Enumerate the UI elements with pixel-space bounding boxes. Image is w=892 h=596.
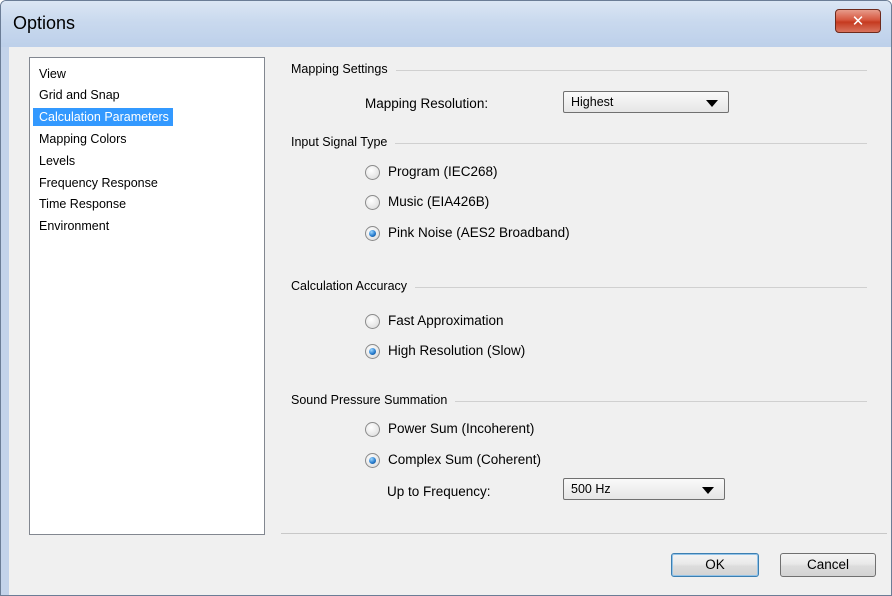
- radio-label: Power Sum (Incoherent): [388, 421, 535, 436]
- nav-item-grid-and-snap[interactable]: Grid and Snap: [33, 86, 124, 104]
- options-dialog: Options ✕ View Grid and Snap Calculation…: [0, 0, 892, 596]
- radio-button[interactable]: [365, 314, 380, 329]
- mapping-resolution-select[interactable]: Highest: [563, 91, 729, 113]
- frequency-select[interactable]: 500 Hz: [563, 478, 725, 500]
- radio-button[interactable]: [365, 422, 380, 437]
- radio-button-selected[interactable]: [365, 453, 380, 468]
- frequency-value: 500 Hz: [571, 482, 611, 496]
- window-frame: [1, 47, 9, 595]
- radio-button-selected[interactable]: [365, 226, 380, 241]
- nav-item-time-response[interactable]: Time Response: [33, 195, 130, 213]
- dialog-body: View Grid and Snap Calculation Parameter…: [9, 47, 891, 595]
- mapping-settings-heading: Mapping Settings: [291, 62, 396, 76]
- bottom-divider: [281, 533, 887, 534]
- radio-label: High Resolution (Slow): [388, 343, 526, 358]
- nav-item-levels[interactable]: Levels: [33, 152, 79, 170]
- chevron-down-icon: [706, 100, 718, 107]
- nav-item-calculation-parameters[interactable]: Calculation Parameters: [33, 108, 173, 126]
- sound-pressure-summation-heading: Sound Pressure Summation: [291, 393, 456, 407]
- radio-label: Pink Noise (AES2 Broadband): [388, 225, 570, 240]
- radio-label: Music (EIA426B): [388, 194, 490, 209]
- category-list[interactable]: View Grid and Snap Calculation Parameter…: [29, 57, 265, 535]
- mapping-resolution-value: Highest: [571, 95, 614, 109]
- radio-label: Fast Approximation: [388, 313, 504, 328]
- close-button[interactable]: ✕: [835, 9, 881, 33]
- nav-item-environment[interactable]: Environment: [33, 217, 113, 235]
- nav-item-view[interactable]: View: [33, 65, 70, 83]
- radio-button[interactable]: [365, 165, 380, 180]
- radio-button[interactable]: [365, 195, 380, 210]
- dialog-title: Options: [13, 13, 76, 33]
- close-icon: ✕: [851, 12, 865, 30]
- mapping-resolution-label: Mapping Resolution:: [365, 96, 489, 111]
- chevron-down-icon: [702, 487, 714, 494]
- nav-item-frequency-response[interactable]: Frequency Response: [33, 174, 162, 192]
- radio-button-selected[interactable]: [365, 344, 380, 359]
- nav-item-mapping-colors[interactable]: Mapping Colors: [33, 130, 131, 148]
- ok-button[interactable]: OK: [671, 553, 759, 577]
- radio-label: Complex Sum (Coherent): [388, 452, 542, 467]
- title-bar[interactable]: Options ✕: [1, 1, 891, 47]
- up-to-frequency-label: Up to Frequency:: [387, 484, 491, 499]
- calculation-accuracy-heading: Calculation Accuracy: [291, 279, 416, 293]
- radio-label: Program (IEC268): [388, 164, 498, 179]
- input-signal-type-heading: Input Signal Type: [291, 135, 396, 149]
- cancel-button[interactable]: Cancel: [780, 553, 876, 577]
